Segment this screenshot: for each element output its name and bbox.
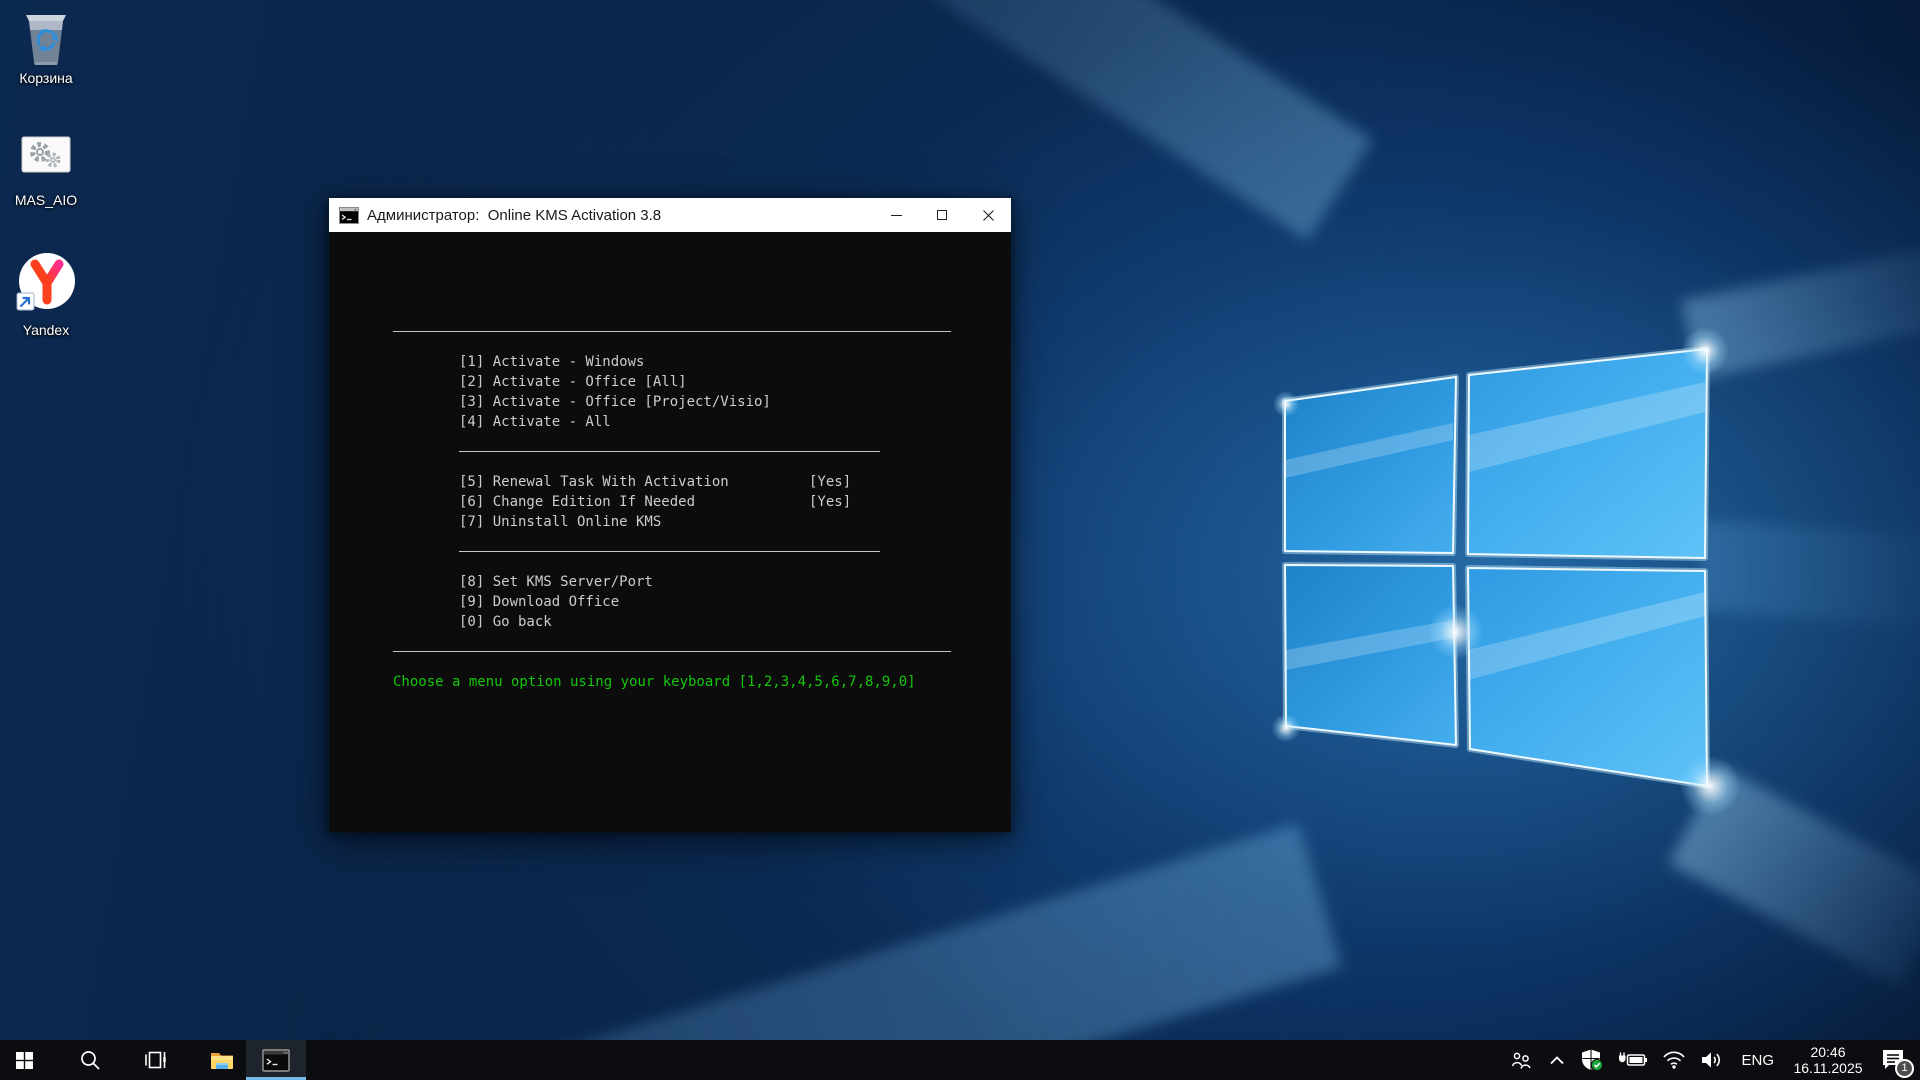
console-line-hr-short bbox=[459, 432, 880, 452]
console-line-blank bbox=[329, 332, 1011, 352]
cmd-taskbar-icon bbox=[262, 1049, 290, 1072]
desktop-icon-mas-aio[interactable]: MAS_AIO bbox=[4, 136, 88, 208]
console-menu-item: [2] Activate - Office [All] bbox=[459, 374, 687, 390]
desktop-icon-label: Yandex bbox=[4, 323, 88, 338]
console-menu-item: [1] Activate - Windows bbox=[459, 354, 644, 370]
console-line-item: [6] Change Edition If Needed [Yes] bbox=[459, 492, 1011, 512]
console-window: Администратор: Online KMS Activation 3.8… bbox=[328, 197, 1012, 831]
console-menu-value: [Yes] bbox=[809, 472, 851, 492]
recycle-bin-icon bbox=[21, 8, 71, 66]
volume-button[interactable] bbox=[1693, 1040, 1731, 1080]
console-menu-item: [8] Set KMS Server/Port bbox=[459, 574, 653, 590]
clock[interactable]: 20:46 16.11.2025 bbox=[1784, 1044, 1872, 1076]
console-menu-item: [6] Change Edition If Needed bbox=[459, 494, 695, 510]
console-menu-item: [9] Download Office bbox=[459, 594, 619, 610]
minimize-icon bbox=[891, 215, 902, 216]
console-line-hr-long bbox=[393, 632, 951, 652]
search-button[interactable] bbox=[66, 1040, 114, 1080]
console-line-hr-long bbox=[393, 312, 951, 332]
console-line-blank bbox=[329, 552, 1011, 572]
notification-badge: 1 bbox=[1895, 1059, 1914, 1078]
lens-flare bbox=[1266, 708, 1306, 748]
maximize-icon bbox=[937, 210, 947, 220]
taskbar-app-command-prompt[interactable] bbox=[246, 1040, 306, 1080]
defender-button[interactable] bbox=[1573, 1040, 1611, 1080]
lens-flare bbox=[1268, 386, 1304, 422]
minimize-button[interactable] bbox=[873, 198, 919, 232]
desktop-icon-label: MAS_AIO bbox=[4, 193, 88, 208]
console-line-item: [0] Go back bbox=[459, 612, 1011, 632]
desktop-icon-yandex[interactable]: Yandex bbox=[4, 250, 88, 338]
file-explorer-icon bbox=[209, 1049, 235, 1071]
clock-date: 16.11.2025 bbox=[1792, 1060, 1864, 1076]
console-body[interactable]: [1] Activate - Windows [2] Activate - Off… bbox=[329, 232, 1011, 832]
wifi-icon bbox=[1662, 1050, 1686, 1070]
cmd-icon bbox=[339, 207, 359, 224]
console-line-prompt: Choose a menu option using your keyboard… bbox=[393, 672, 1011, 692]
lens-flare bbox=[1418, 594, 1494, 670]
console-line-item: [9] Download Office bbox=[459, 592, 1011, 612]
language-indicator[interactable]: ENG bbox=[1731, 1052, 1784, 1069]
lens-flare bbox=[1672, 318, 1738, 384]
console-line-hr-short bbox=[459, 532, 880, 552]
console-prompt-text: Choose a menu option using your keyboard… bbox=[393, 674, 916, 690]
console-menu-item: [7] Uninstall Online KMS bbox=[459, 514, 661, 530]
console-menu-item: [4] Activate - All bbox=[459, 414, 611, 430]
console-line-item: [8] Set KMS Server/Port bbox=[459, 572, 1011, 592]
console-menu-item: [3] Activate - Office [Project/Visio] bbox=[459, 394, 771, 410]
network-button[interactable] bbox=[1655, 1040, 1693, 1080]
yandex-browser-icon bbox=[14, 250, 78, 316]
chevron-up-icon bbox=[1548, 1053, 1566, 1067]
console-menu-item: [0] Go back bbox=[459, 614, 552, 630]
desktop-icon-recycle-bin[interactable]: Корзина bbox=[4, 8, 88, 86]
system-tray: ENG 20:46 16.11.2025 1 bbox=[1503, 1040, 1920, 1080]
clock-time: 20:46 bbox=[1792, 1044, 1864, 1060]
lens-flare bbox=[1668, 744, 1752, 828]
start-button[interactable] bbox=[0, 1040, 48, 1080]
mas-aio-icon bbox=[21, 136, 71, 174]
window-caption-buttons bbox=[873, 198, 1011, 232]
file-explorer-button[interactable] bbox=[198, 1040, 246, 1080]
console-line-item: [5] Renewal Task With Activation [Yes] bbox=[459, 472, 1011, 492]
search-icon bbox=[79, 1049, 101, 1071]
battery-button[interactable] bbox=[1611, 1040, 1655, 1080]
console-menu-item: [5] Renewal Task With Activation bbox=[459, 474, 729, 490]
close-icon bbox=[983, 210, 994, 221]
show-hidden-icons-button[interactable] bbox=[1541, 1040, 1573, 1080]
people-icon bbox=[1510, 1050, 1534, 1070]
console-menu-value: [Yes] bbox=[809, 492, 851, 512]
speaker-icon bbox=[1700, 1050, 1724, 1070]
action-center-button[interactable]: 1 bbox=[1872, 1040, 1920, 1080]
console-line-blank bbox=[329, 452, 1011, 472]
desktop-icon-label: Корзина bbox=[4, 71, 88, 86]
desktop-screen: Корзина MAS_AIO bbox=[0, 0, 1920, 1080]
battery-charging-icon bbox=[1618, 1050, 1648, 1070]
console-line-blank bbox=[329, 652, 1011, 672]
console-line-item: [3] Activate - Office [Project/Visio] bbox=[459, 392, 1011, 412]
console-content: [1] Activate - Windows [2] Activate - Off… bbox=[329, 232, 1011, 692]
maximize-button[interactable] bbox=[919, 198, 965, 232]
task-view-icon bbox=[144, 1049, 168, 1071]
console-line-item: [2] Activate - Office [All] bbox=[459, 372, 1011, 392]
windows-start-icon bbox=[16, 1052, 33, 1069]
console-line-item: [7] Uninstall Online KMS bbox=[459, 512, 1011, 532]
taskbar: ENG 20:46 16.11.2025 1 bbox=[0, 1040, 1920, 1080]
people-button[interactable] bbox=[1503, 1040, 1541, 1080]
console-line-item: [1] Activate - Windows bbox=[459, 352, 1011, 372]
shortcut-arrow-badge bbox=[17, 293, 34, 310]
window-title: Администратор: Online KMS Activation 3.8 bbox=[367, 207, 661, 224]
task-view-button[interactable] bbox=[132, 1040, 180, 1080]
close-button[interactable] bbox=[965, 198, 1011, 232]
window-titlebar[interactable]: Администратор: Online KMS Activation 3.8 bbox=[329, 198, 1011, 232]
console-line-item: [4] Activate - All bbox=[459, 412, 1011, 432]
defender-shield-icon bbox=[1580, 1048, 1604, 1072]
